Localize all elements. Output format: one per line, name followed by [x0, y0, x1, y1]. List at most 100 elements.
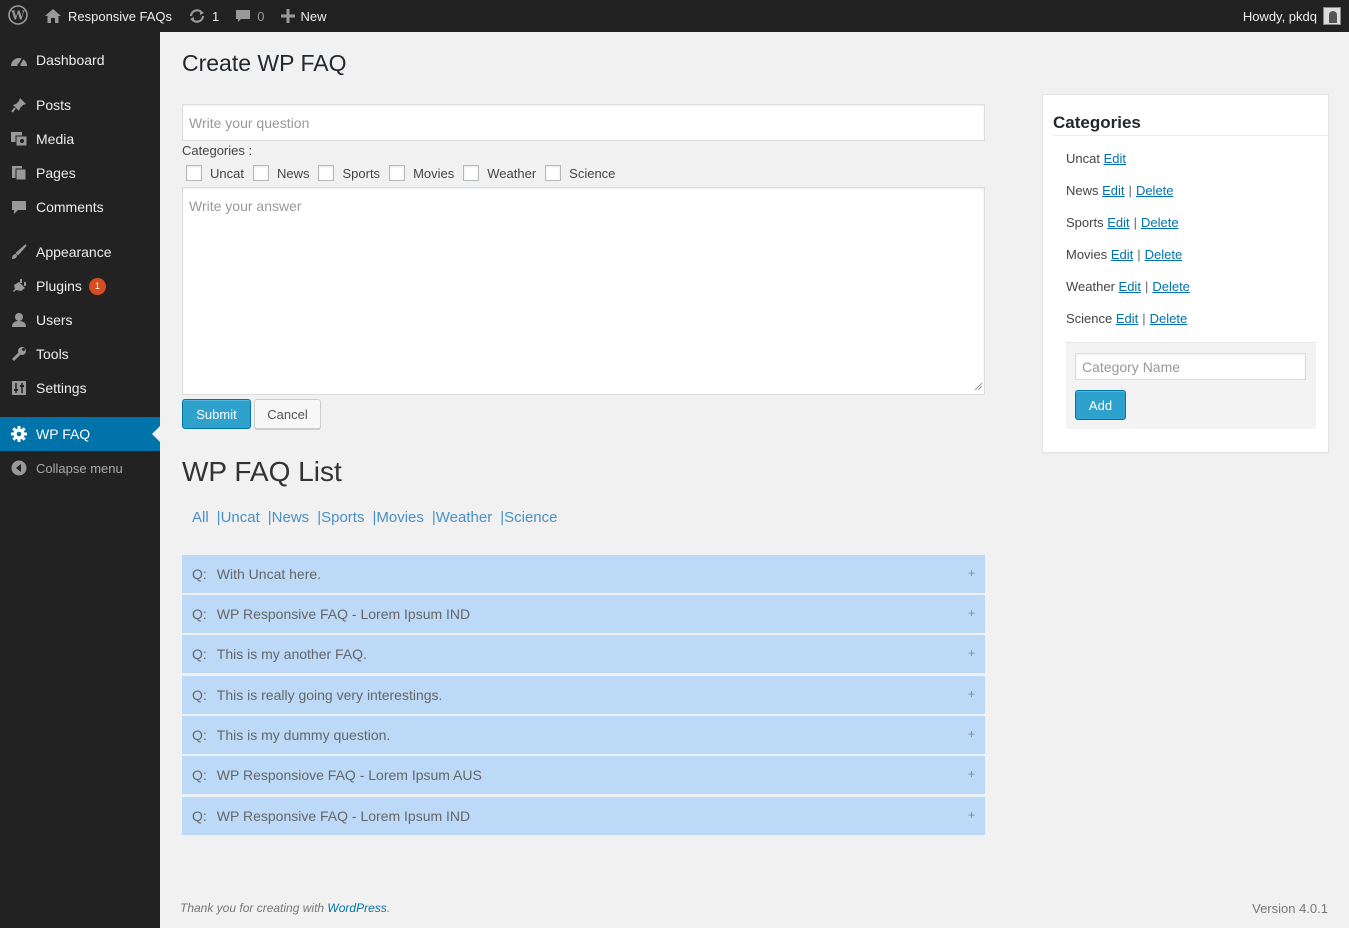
category-option-weather[interactable]: Weather	[463, 165, 536, 181]
filter-all[interactable]: All	[192, 509, 209, 526]
expand-plus-icon[interactable]: +	[968, 566, 975, 580]
delete-category-link[interactable]: Delete	[1136, 183, 1174, 198]
category-checkbox[interactable]	[545, 165, 562, 181]
category-checkbox[interactable]	[463, 165, 480, 181]
my-account-link[interactable]: Howdy, pkdq	[1235, 0, 1349, 32]
submit-button[interactable]: Submit	[182, 399, 251, 429]
sidebar-item-posts[interactable]: Posts	[0, 88, 160, 122]
faq-q-prefix: Q:	[192, 687, 207, 703]
edit-category-link[interactable]: Edit	[1107, 215, 1129, 230]
sidebar-item-users[interactable]: Users	[0, 303, 160, 337]
filter-news[interactable]: News	[272, 509, 310, 526]
media-icon	[10, 130, 28, 148]
category-option-uncat[interactable]: Uncat	[186, 165, 244, 181]
sidebar-item-label: Pages	[36, 165, 76, 181]
expand-plus-icon[interactable]: +	[968, 727, 975, 741]
category-option-sports[interactable]: Sports	[318, 165, 380, 181]
site-name-link[interactable]: Responsive FAQs	[36, 0, 180, 32]
category-name-input[interactable]: Category Name	[1075, 353, 1306, 380]
faq-q-prefix: Q:	[192, 606, 207, 622]
sidebar-item-comments[interactable]: Comments	[0, 190, 160, 224]
delete-category-link[interactable]: Delete	[1141, 215, 1179, 230]
faq-question: This is really going very interestings.	[216, 687, 443, 703]
sidebar-item-label: Plugins	[36, 278, 82, 294]
cancel-button[interactable]: Cancel	[254, 399, 321, 429]
link-separator: |	[1137, 247, 1141, 262]
expand-plus-icon[interactable]: +	[968, 767, 975, 781]
expand-plus-icon[interactable]: +	[968, 808, 975, 822]
category-checkbox[interactable]	[389, 165, 406, 181]
faq-item[interactable]: Q: With Uncat here. +	[182, 555, 985, 594]
sidebar-item-tools[interactable]: Tools	[0, 337, 160, 371]
updates-link[interactable]: 1	[180, 0, 227, 32]
wordpress-link[interactable]: WordPress	[327, 901, 386, 915]
howdy-label: Howdy, pkdq	[1242, 8, 1317, 24]
category-row-sports: Sports Edit | Delete	[1066, 215, 1179, 230]
category-checkbox[interactable]	[252, 165, 269, 181]
expand-plus-icon[interactable]: +	[968, 606, 975, 620]
edit-category-link[interactable]: Edit	[1111, 247, 1133, 262]
delete-category-link[interactable]: Delete	[1145, 247, 1183, 262]
sidebar-item-settings[interactable]: Settings	[0, 371, 160, 405]
faq-question: WP Responsiove FAQ - Lorem Ipsum AUS	[216, 767, 482, 783]
category-checkbox[interactable]	[186, 165, 202, 181]
category-option-movies[interactable]: Movies	[389, 165, 454, 181]
sidebar-item-pages[interactable]: Pages	[0, 156, 160, 190]
edit-category-link[interactable]: Edit	[1116, 311, 1138, 326]
sidebar-item-wp-faq[interactable]: WP FAQ	[0, 417, 160, 451]
avatar	[1323, 7, 1341, 25]
svg-text:W: W	[10, 8, 25, 22]
sidebar-item-media[interactable]: Media	[0, 122, 160, 156]
delete-category-link[interactable]: Delete	[1152, 279, 1190, 294]
answer-textarea[interactable]: Write your answer	[182, 187, 985, 395]
wordpress-logo-button[interactable]: W	[0, 0, 36, 32]
comment-icon	[10, 198, 28, 216]
filter-movies[interactable]: Movies	[376, 509, 424, 526]
edit-category-link[interactable]: Edit	[1104, 151, 1126, 166]
add-category-button[interactable]: Add	[1075, 390, 1126, 420]
filter-uncat[interactable]: Uncat	[221, 509, 260, 526]
category-option-science[interactable]: Science	[545, 165, 615, 181]
faq-item[interactable]: Q: This is my dummy question. +	[182, 716, 985, 755]
faq-list-title: WP FAQ List	[182, 456, 342, 487]
categories-label: Categories :	[182, 143, 253, 158]
new-content-link[interactable]: New	[273, 0, 335, 32]
faq-q-prefix: Q:	[192, 566, 207, 582]
sidebar-item-appearance[interactable]: Appearance	[0, 235, 160, 269]
comments-count: 0	[257, 8, 265, 24]
question-placeholder: Write your question	[189, 114, 310, 131]
sidebar-item-dashboard[interactable]: Dashboard	[0, 43, 160, 77]
pin-icon	[10, 96, 28, 114]
filter-sports[interactable]: Sports	[321, 509, 364, 526]
filter-weather[interactable]: Weather	[436, 509, 492, 526]
footer-version: Version 4.0.1	[1252, 901, 1328, 916]
faq-item[interactable]: Q: This is my another FAQ. +	[182, 635, 985, 674]
filter-science[interactable]: Science	[504, 509, 557, 526]
faq-item[interactable]: Q: WP Responsive FAQ - Lorem Ipsum IND +	[182, 595, 985, 634]
faq-item[interactable]: Q: WP Responsiove FAQ - Lorem Ipsum AUS …	[182, 756, 985, 795]
category-row-weather: Weather Edit | Delete	[1066, 279, 1190, 294]
faq-question: With Uncat here.	[216, 566, 322, 582]
collapse-menu-button[interactable]: Collapse menu	[0, 451, 160, 485]
faq-q-prefix: Q:	[192, 646, 207, 662]
edit-category-link[interactable]: Edit	[1102, 183, 1124, 198]
expand-plus-icon[interactable]: +	[968, 646, 975, 660]
faq-item[interactable]: Q: WP Responsive FAQ - Lorem Ipsum IND +	[182, 797, 985, 836]
faq-item[interactable]: Q: This is really going very interesting…	[182, 676, 985, 715]
faq-q-prefix: Q:	[192, 727, 207, 743]
sidebar-item-label: WP FAQ	[36, 426, 91, 442]
question-input[interactable]: Write your question	[182, 104, 985, 141]
comments-link[interactable]: 0	[227, 0, 272, 32]
sidebar-item-label: Posts	[36, 97, 72, 113]
resize-handle-icon[interactable]	[974, 377, 983, 393]
new-label: New	[300, 8, 327, 24]
sidebar-item-label: Appearance	[36, 244, 112, 260]
expand-plus-icon[interactable]: +	[968, 687, 975, 701]
category-option-news[interactable]: News	[252, 165, 309, 181]
edit-category-link[interactable]: Edit	[1119, 279, 1141, 294]
sidebar-item-plugins[interactable]: Plugins 1	[0, 269, 160, 303]
delete-category-link[interactable]: Delete	[1150, 311, 1188, 326]
user-icon	[10, 311, 28, 329]
category-option-label: Uncat	[210, 165, 244, 181]
category-checkbox[interactable]	[318, 165, 335, 181]
